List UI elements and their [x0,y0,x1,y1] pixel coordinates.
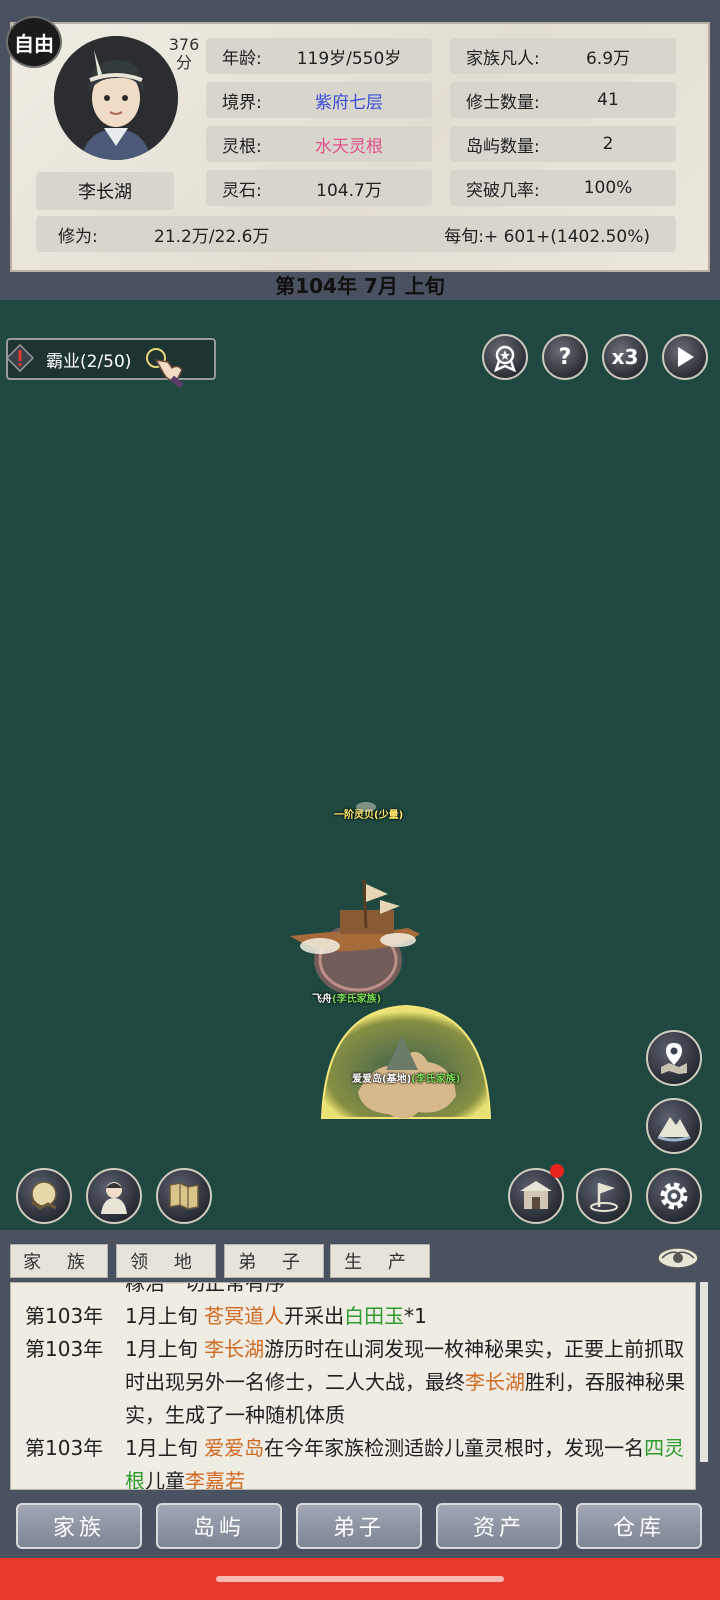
score-value: 376 [168,35,200,54]
character-icon[interactable] [86,1168,142,1224]
nav-warehouse[interactable]: 仓库 [576,1503,702,1549]
achievement-icon[interactable] [482,334,528,380]
notification-dot [550,1164,564,1178]
cultivation-value: 21.2万/22.6万 [154,226,270,247]
resource-node[interactable] [356,802,376,812]
nav-assets[interactable]: 资产 [436,1503,562,1549]
log-year: 第103年 [25,1337,104,1361]
log-year: 第103年 [25,1436,104,1460]
map-location-icon[interactable] [646,1030,702,1086]
tab-disciple-log[interactable]: 弟 子 [224,1244,324,1278]
pointing-hand-icon [142,348,188,393]
score-display: 376 分 [164,36,204,72]
stat-value: 100% [583,178,633,198]
stat-label: 灵根: [222,136,262,157]
island-label: 爱爱岛(基地)(李氏家族) [352,1074,461,1085]
scroll-map-icon[interactable] [156,1168,212,1224]
diplomacy-icon[interactable] [16,1168,72,1224]
per-turn-gain: 每旬:+ 601+(1402.50%) [444,226,650,247]
player-avatar[interactable] [54,36,178,160]
home-indicator[interactable] [216,1576,504,1582]
game-date: 第104年 7月 上旬 [275,273,445,298]
log-entry-partial: 稼治一切正常有序 [11,1282,695,1300]
stat-value: 紫府七层 [315,92,383,113]
cultivation-bar: 修为: 21.2万/22.6万 每旬:+ 601+(1402.50%) [36,216,676,252]
quest-tracker[interactable]: 霸业(2/50) [5,338,216,389]
stat-value: 水天灵根 [315,136,383,157]
stat-value: 2 [602,134,614,154]
stat-label: 境界: [222,92,262,113]
nav-family[interactable]: 家族 [16,1503,142,1549]
stat-value: 104.7万 [316,180,382,201]
tab-family-log[interactable]: 家 族 [10,1244,108,1278]
log-text: 1月上旬 爱爱岛在今年家族检测适龄儿童灵根时，发现一名四灵根儿童李嘉若 [125,1436,685,1490]
play-icon[interactable] [662,334,708,380]
log-entry: 第103年 1月上旬 苍冥道人开采出白田玉*1 [11,1300,695,1333]
stat-mortals: 家族凡人: 6.9万 [450,38,676,74]
stat-value: 41 [597,90,619,110]
log-text: 1月上旬 李长湖游历时在山洞发现一枚神秘果实，正要上前抓取时出现另外一名修士，二… [125,1337,685,1427]
log-text: 稼治一切正常有序 [125,1282,285,1295]
settings-gear-icon[interactable] [646,1168,702,1224]
flying-ship[interactable] [280,879,450,1000]
mountain-island-icon[interactable] [646,1098,702,1154]
alert-icon [5,343,35,373]
mode-badge[interactable]: 自由 [6,16,62,68]
stat-realm: 境界: 紫府七层 [206,82,432,118]
stat-label: 岛屿数量: [466,136,540,157]
cultivation-label: 修为: [58,226,98,247]
stat-spirit-stones: 灵石: 104.7万 [206,170,432,206]
log-entry: 第103年 1月上旬 李长湖游历时在山洞发现一枚神秘果实，正要上前抓取时出现另外… [11,1333,695,1432]
nav-disciples[interactable]: 弟子 [296,1503,422,1549]
score-unit: 分 [175,53,192,72]
help-icon[interactable]: ? [542,334,588,380]
flag-icon[interactable] [576,1168,632,1224]
home-island[interactable] [318,1000,494,1134]
tab-territory-log[interactable]: 领 地 [116,1244,216,1278]
log-scrollbar[interactable] [700,1282,708,1462]
stat-value: 119岁/550岁 [296,48,402,69]
log-entry: 第103年 1月上旬 爱爱岛在今年家族检测适龄儿童灵根时，发现一名四灵根儿童李嘉… [11,1432,695,1490]
log-year: 第103年 [25,1304,104,1328]
stat-cultivators: 修士数量: 41 [450,82,676,118]
stat-age: 年龄: 119岁/550岁 [206,38,432,74]
player-name[interactable]: 李长湖 [36,172,174,210]
quest-label: 霸业(2/50) [46,351,132,372]
log-text: 1月上旬 苍冥道人开采出白田玉*1 [125,1304,427,1328]
stat-islands: 岛屿数量: 2 [450,126,676,162]
stat-label: 突破几率: [466,180,540,201]
nav-islands[interactable]: 岛屿 [156,1503,282,1549]
speed-button[interactable]: x3 [602,334,648,380]
stat-label: 灵石: [222,180,262,201]
stat-breakthrough: 突破几率: 100% [450,170,676,206]
stat-value: 6.9万 [585,48,631,69]
stat-spirit-root: 灵根: 水天灵根 [206,126,432,162]
stat-label: 年龄: [222,48,262,69]
collapse-log-icon[interactable] [656,1244,700,1272]
tab-production-log[interactable]: 生 产 [330,1244,430,1278]
stat-label: 修士数量: [466,92,540,113]
stat-label: 家族凡人: [466,48,540,69]
event-log[interactable]: 稼治一切正常有序 第103年 1月上旬 苍冥道人开采出白田玉*1 第103年 1… [10,1282,696,1490]
